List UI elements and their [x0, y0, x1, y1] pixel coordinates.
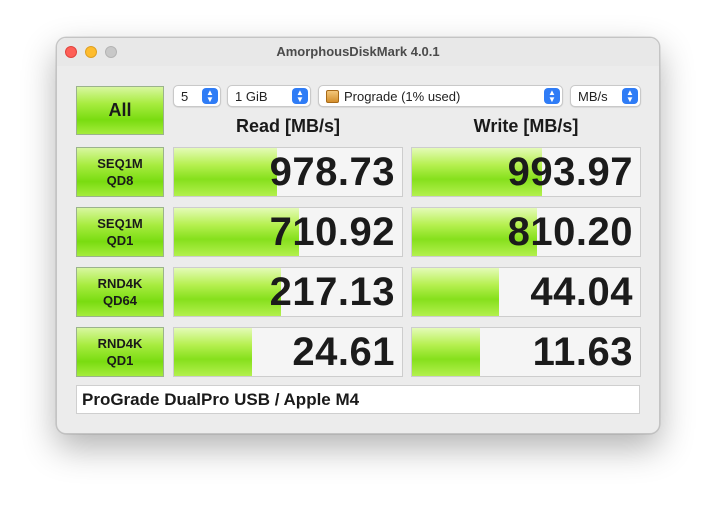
test-queue-depth: QD1 [106, 353, 134, 368]
write-value: 993.97 [507, 149, 633, 194]
minimize-window-button[interactable] [85, 46, 97, 58]
target-drive-value: Prograde (1% used) [344, 88, 461, 104]
chevron-updown-icon: ▲ ▼ [544, 88, 560, 104]
test-button-rnd4k-qd1[interactable]: RND4K QD1 [76, 327, 164, 377]
write-result-rnd4k-qd64: 44.04 [411, 267, 641, 317]
test-name: RND4K [97, 336, 143, 351]
test-queue-depth: QD8 [106, 173, 134, 188]
test-count-value: 5 [181, 88, 189, 104]
test-size-value: 1 GiB [235, 88, 268, 104]
write-value: 810.20 [507, 209, 633, 254]
test-queue-depth: QD64 [103, 293, 137, 308]
zoom-window-button[interactable] [105, 46, 117, 58]
read-result-rnd4k-qd64: 217.13 [173, 267, 403, 317]
read-result-seq1m-qd8: 978.73 [173, 147, 403, 197]
write-result-rnd4k-qd1: 11.63 [411, 327, 641, 377]
chevron-updown-icon: ▲ ▼ [622, 88, 638, 104]
read-value: 24.61 [292, 329, 395, 374]
read-progress-bar [174, 148, 277, 196]
write-value: 44.04 [530, 269, 633, 314]
unit-select[interactable]: MB/s ▲ ▼ [570, 85, 641, 107]
write-progress-bar [412, 328, 481, 376]
test-name: RND4K [97, 276, 143, 291]
description-field[interactable]: ProGrade DualPro USB / Apple M4 [76, 385, 640, 414]
test-queue-depth: QD1 [106, 233, 134, 248]
close-window-button[interactable] [65, 46, 77, 58]
write-progress-bar [412, 268, 499, 316]
app-window: AmorphousDiskMark 4.0.1 All 5 ▲ ▼ 1 GiB ▲… [56, 37, 660, 434]
read-value: 710.92 [269, 209, 395, 254]
test-name: SEQ1M [97, 156, 143, 171]
test-size-select[interactable]: 1 GiB ▲ ▼ [227, 85, 311, 107]
write-column-header: Write [MB/s] [473, 116, 579, 136]
read-progress-bar [174, 328, 252, 376]
write-value: 11.63 [532, 329, 633, 374]
title-bar: AmorphousDiskMark 4.0.1 [57, 38, 659, 66]
window-title: AmorphousDiskMark 4.0.1 [276, 44, 440, 59]
test-button-seq1m-qd1[interactable]: SEQ1M QD1 [76, 207, 164, 257]
read-progress-bar [174, 268, 282, 316]
write-result-seq1m-qd8: 993.97 [411, 147, 641, 197]
read-result-seq1m-qd1: 710.92 [173, 207, 403, 257]
target-drive-select[interactable]: Prograde (1% used) ▲ ▼ [318, 85, 563, 107]
test-button-seq1m-qd8[interactable]: SEQ1M QD8 [76, 147, 164, 197]
read-result-rnd4k-qd1: 24.61 [173, 327, 403, 377]
run-all-button[interactable]: All [76, 86, 164, 135]
drive-icon [326, 89, 339, 103]
chevron-updown-icon: ▲ ▼ [202, 88, 218, 104]
chevron-updown-icon: ▲ ▼ [292, 88, 308, 104]
read-value: 217.13 [269, 269, 395, 314]
read-column-header: Read [MB/s] [235, 116, 340, 136]
read-value: 978.73 [269, 149, 395, 194]
unit-value: MB/s [578, 88, 608, 104]
test-button-rnd4k-qd64[interactable]: RND4K QD64 [76, 267, 164, 317]
test-count-select[interactable]: 5 ▲ ▼ [173, 85, 221, 107]
write-result-seq1m-qd1: 810.20 [411, 207, 641, 257]
test-name: SEQ1M [97, 216, 143, 231]
